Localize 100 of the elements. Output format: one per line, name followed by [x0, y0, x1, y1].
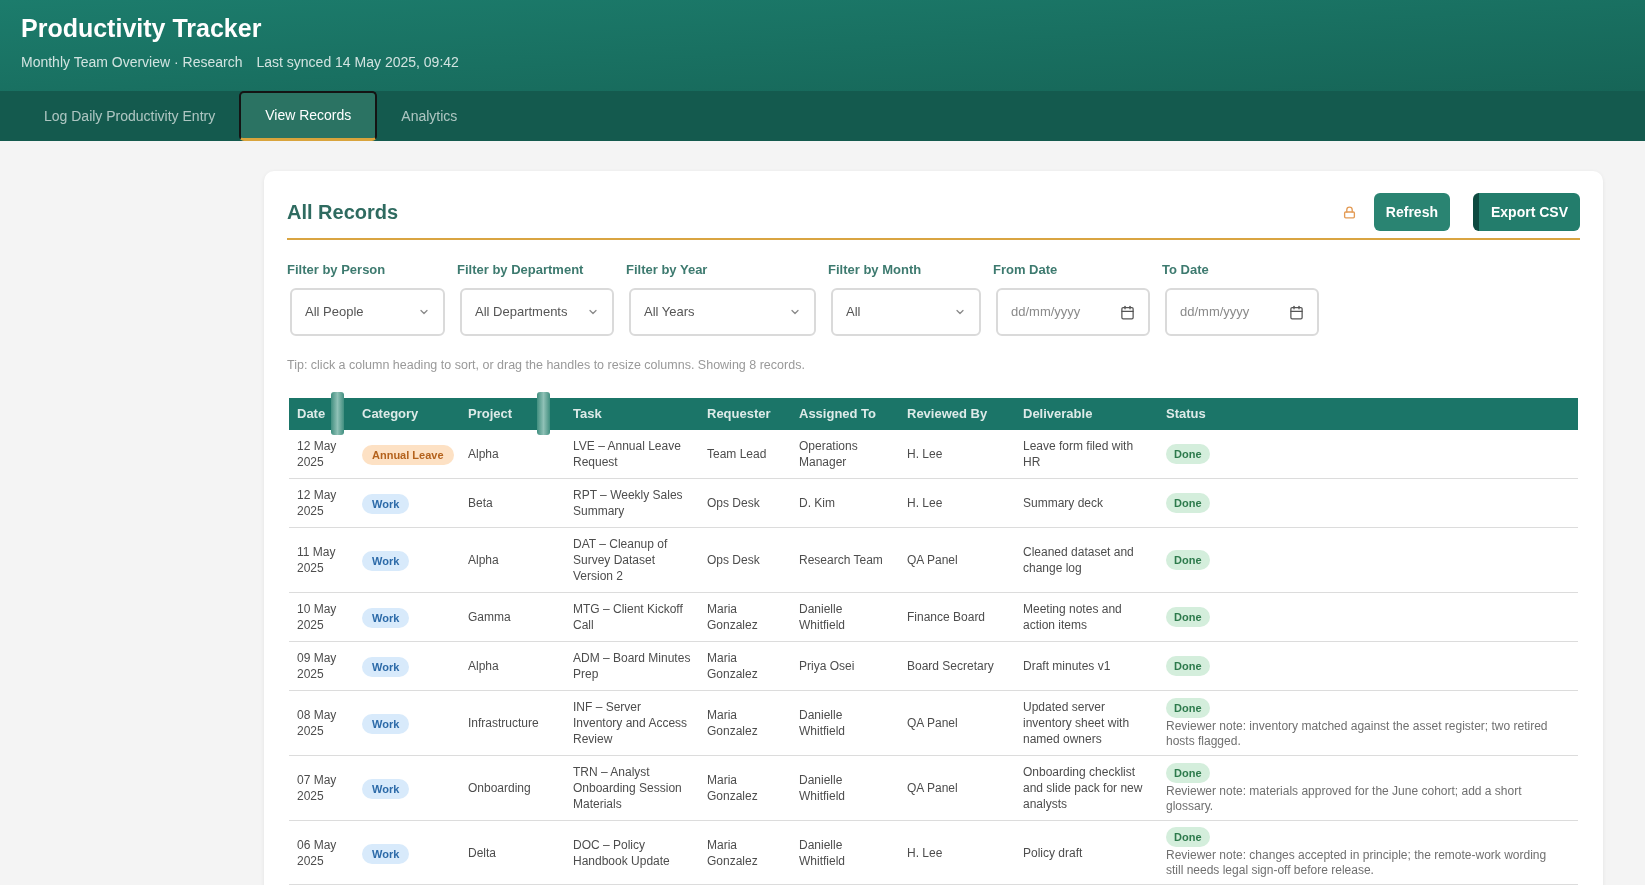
table-cell: QA Panel [899, 690, 1015, 756]
status-badge: Done [1166, 444, 1210, 464]
category-badge: Work [362, 551, 410, 571]
filter-label: Filter by Month [828, 262, 923, 278]
table-cell: Team Lead [699, 430, 791, 479]
table-cell: RPT – Weekly Sales Summary [550, 478, 699, 528]
nav-tab[interactable]: Log Daily Productivity Entry [28, 91, 232, 141]
table-cell: MTG – Client Kickoff Call [550, 592, 699, 642]
toolbar-button[interactable]: Refresh [1373, 193, 1450, 231]
table-cell: Board Secretary [899, 641, 1015, 691]
table-cell: Onboarding [460, 755, 550, 821]
category-badge: Work [362, 608, 410, 628]
table-cell: Cleaned dataset and change log [1015, 527, 1158, 593]
column-header[interactable]: Reviewed By [899, 398, 1015, 430]
filter-label: Filter by Person [287, 262, 387, 278]
table-cell: 07 May 2025 [289, 755, 344, 821]
lock-icon [1342, 205, 1356, 219]
column-header[interactable]: Category [344, 398, 460, 430]
category-badge: Work [362, 714, 410, 734]
calendar-icon [1120, 304, 1135, 320]
table-cell: Danielle Whitfield [791, 690, 899, 756]
table-cell: H. Lee [899, 478, 1015, 528]
status-badge: Done [1166, 697, 1210, 718]
column-resize-handle[interactable] [537, 392, 550, 435]
table-cell: LVE – Annual Leave Request [550, 430, 699, 479]
column-header[interactable]: Requester [699, 398, 791, 430]
last-synced-text: Last synced 14 May 2025, 09:42 [256, 53, 459, 71]
table-cell: 12 May 2025 [289, 430, 344, 479]
table-cell: Onboarding checklist and slide pack for new analysts [1015, 755, 1158, 821]
table-cell: Infrastructure [460, 690, 550, 756]
table-cell: Meeting notes and action items [1015, 592, 1158, 642]
dropdown-field[interactable]: All Years [629, 288, 816, 336]
column-header[interactable]: Assigned To [791, 398, 899, 430]
table-cell: H. Lee [899, 820, 1015, 885]
table-cell: QA Panel [899, 755, 1015, 821]
table-cell: TRN – Analyst Onboarding Session Materials [550, 755, 699, 821]
toolbar-button[interactable]: Export CSV [1473, 193, 1580, 231]
column-resize-handle[interactable] [331, 392, 344, 435]
column-header[interactable]: Deliverable [1015, 398, 1158, 430]
nav-tab[interactable]: Analytics [385, 91, 474, 141]
table-cell: INF – Server Inventory and Access Review [550, 690, 699, 756]
dropdown-field[interactable]: All Departments [460, 288, 614, 336]
table-cell: DAT – Cleanup of Survey Dataset Version 2 [550, 527, 699, 593]
table-cell: Ops Desk [699, 527, 791, 593]
table-cell: 08 May 2025 [289, 690, 344, 756]
table-cell: Delta [460, 820, 550, 885]
app-subtitle: Monthly Team Overview · Research [21, 53, 243, 71]
column-header[interactable]: Status [1158, 398, 1578, 430]
date-field[interactable]: dd/mm/yyyy [996, 288, 1150, 336]
table-cell: Priya Osei [791, 641, 899, 691]
status-badge: Done [1166, 656, 1210, 676]
category-badge: Work [362, 843, 410, 864]
category-badge: Work [362, 657, 410, 677]
table-cell: Summary deck [1015, 478, 1158, 528]
table-cell: Ops Desk [699, 478, 791, 528]
filter-label: Filter by Year [626, 262, 709, 278]
table-cell: Danielle Whitfield [791, 592, 899, 642]
column-header[interactable]: Task [550, 398, 699, 430]
status-badge: Done [1166, 762, 1210, 783]
table-cell: 06 May 2025 [289, 820, 344, 885]
table-cell: Maria Gonzalez [699, 755, 791, 821]
column-header[interactable]: Project [460, 398, 537, 430]
status-badge: Done [1166, 493, 1210, 513]
table-cell: Research Team [791, 527, 899, 593]
category-badge: Work [362, 494, 410, 514]
filter-label: From Date [993, 262, 1059, 278]
table-cell: Maria Gonzalez [699, 641, 791, 691]
status-comment: Reviewer note: materials approved for the June cohort; add a short glossary. [1166, 783, 1523, 814]
table-cell: Alpha [460, 430, 550, 479]
status-comment: Reviewer note: changes accepted in principle; the remote-work wording still needs legal sign-off before release. [1166, 848, 1548, 878]
app-title: Productivity Tracker [21, 13, 262, 44]
table-cell: Alpha [460, 641, 550, 691]
section-title: All Records [287, 200, 399, 225]
filter-label: To Date [1162, 262, 1210, 278]
dropdown-field[interactable]: All People [290, 288, 445, 336]
table-cell: Gamma [460, 592, 550, 642]
date-field[interactable]: dd/mm/yyyy [1165, 288, 1319, 336]
table-cell: 10 May 2025 [289, 592, 344, 642]
category-badge: Work [362, 779, 410, 799]
table-cell: Danielle Whitfield [791, 755, 899, 821]
table-cell: Beta [460, 478, 550, 528]
table-cell: Danielle Whitfield [791, 820, 899, 885]
table-cell: Maria Gonzalez [699, 592, 791, 642]
hint-text: Tip: click a column heading to sort, or drag the handles to resize columns. Showing 8 records. [287, 357, 805, 373]
filter-label: Filter by Department [457, 262, 585, 278]
column-header[interactable]: Date [289, 398, 331, 430]
table-cell: 12 May 2025 [289, 478, 344, 528]
table-cell: 11 May 2025 [289, 527, 344, 593]
dropdown-field[interactable]: All [831, 288, 981, 336]
calendar-icon [1289, 304, 1304, 320]
table-cell: Operations Manager [791, 430, 899, 479]
status-comment: Reviewer note: inventory matched against the asset register; two retired hosts flagged. [1166, 718, 1549, 749]
table-cell: Draft minutes v1 [1015, 641, 1158, 691]
table-cell: Alpha [460, 527, 550, 593]
table-cell: 09 May 2025 [289, 641, 344, 691]
status-badge: Done [1166, 550, 1210, 570]
table-cell: Policy draft [1015, 820, 1158, 885]
nav-tab[interactable]: View Records [239, 91, 378, 141]
table-cell: Leave form filed with HR [1015, 430, 1158, 479]
table-cell: Finance Board [899, 592, 1015, 642]
